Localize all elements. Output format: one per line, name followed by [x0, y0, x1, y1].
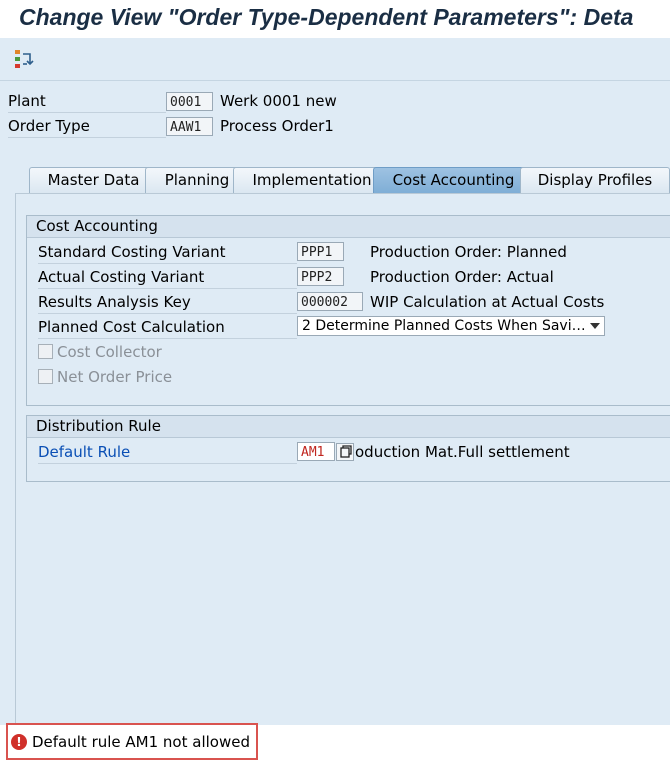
- net-order-price-checkbox-row: Net Order Price: [38, 366, 172, 388]
- cost-collector-checkbox-row: Cost Collector: [38, 341, 162, 363]
- standard-costing-variant-description: Production Order: Planned: [370, 243, 567, 261]
- order-type-label: Order Type: [8, 117, 90, 135]
- plant-label: Plant: [8, 92, 46, 110]
- standard-costing-variant-underline: [38, 263, 297, 264]
- default-rule-label[interactable]: Default Rule: [38, 441, 130, 463]
- planned-cost-calculation-label: Planned Cost Calculation: [38, 318, 225, 336]
- planned-cost-calculation-value: 2 Determine Planned Costs When Savi…: [302, 318, 586, 334]
- status-bar: ! Default rule AM1 not allowed: [0, 723, 670, 762]
- net-order-price-label: Net Order Price: [57, 368, 173, 386]
- standard-costing-variant-field[interactable]: PPP1: [297, 242, 344, 261]
- results-analysis-key-underline: [38, 313, 297, 314]
- actual-costing-variant-underline: [38, 288, 297, 289]
- order-type-field[interactable]: AAW1: [166, 117, 213, 136]
- window-title: Change View "Order Type-Dependent Parame…: [19, 4, 634, 30]
- status-message[interactable]: ! Default rule AM1 not allowed: [6, 723, 258, 760]
- application-toolbar: [0, 38, 670, 81]
- default-rule-field[interactable]: AM1: [297, 442, 335, 461]
- results-analysis-key-description: WIP Calculation at Actual Costs: [370, 293, 605, 311]
- tab-implementation[interactable]: Implementation: [233, 167, 391, 193]
- tab-cost-accounting[interactable]: Cost Accounting: [373, 167, 534, 193]
- value-help-icon[interactable]: [336, 443, 354, 461]
- status-text: Default rule AM1 not allowed: [32, 733, 250, 751]
- hierarchy-switch-icon[interactable]: [13, 48, 35, 70]
- cost-collector-label: Cost Collector: [57, 343, 162, 361]
- chevron-down-icon[interactable]: [590, 323, 600, 329]
- default-rule-underline: [38, 463, 297, 464]
- actual-costing-variant-field[interactable]: PPP2: [297, 267, 344, 286]
- net-order-price-checkbox[interactable]: [38, 369, 53, 384]
- standard-costing-variant-label: Standard Costing Variant: [38, 243, 226, 261]
- main-content: Plant 0001 Werk 0001 new Order Type AAW1…: [0, 81, 670, 726]
- window-title-bar: Change View "Order Type-Dependent Parame…: [0, 0, 670, 38]
- tab-content-area: Cost Accounting Standard Costing Variant…: [15, 193, 670, 726]
- plant-label-underline: [8, 112, 166, 113]
- order-type-label-underline: [8, 137, 166, 138]
- planned-cost-calculation-dropdown[interactable]: 2 Determine Planned Costs When Savi…: [297, 316, 605, 336]
- tab-master-data[interactable]: Master Data: [29, 167, 158, 193]
- actual-costing-variant-description: Production Order: Actual: [370, 268, 554, 286]
- plant-description: Werk 0001 new: [220, 92, 337, 110]
- cost-collector-checkbox[interactable]: [38, 344, 53, 359]
- cost-accounting-group-title: Cost Accounting: [27, 216, 670, 238]
- error-icon: !: [11, 734, 27, 750]
- planned-cost-calculation-underline: [38, 338, 297, 339]
- results-analysis-key-field[interactable]: 000002: [297, 292, 363, 311]
- order-type-description: Process Order1: [220, 117, 334, 135]
- actual-costing-variant-label: Actual Costing Variant: [38, 268, 205, 286]
- results-analysis-key-label: Results Analysis Key: [38, 293, 191, 311]
- tab-strip: Master Data Planning Implementation Cost…: [15, 167, 670, 193]
- distribution-rule-group-title: Distribution Rule: [27, 416, 670, 438]
- tab-display-profiles[interactable]: Display Profiles: [520, 167, 670, 193]
- default-rule-description: oduction Mat.Full settlement: [355, 443, 570, 461]
- plant-field[interactable]: 0001: [166, 92, 213, 111]
